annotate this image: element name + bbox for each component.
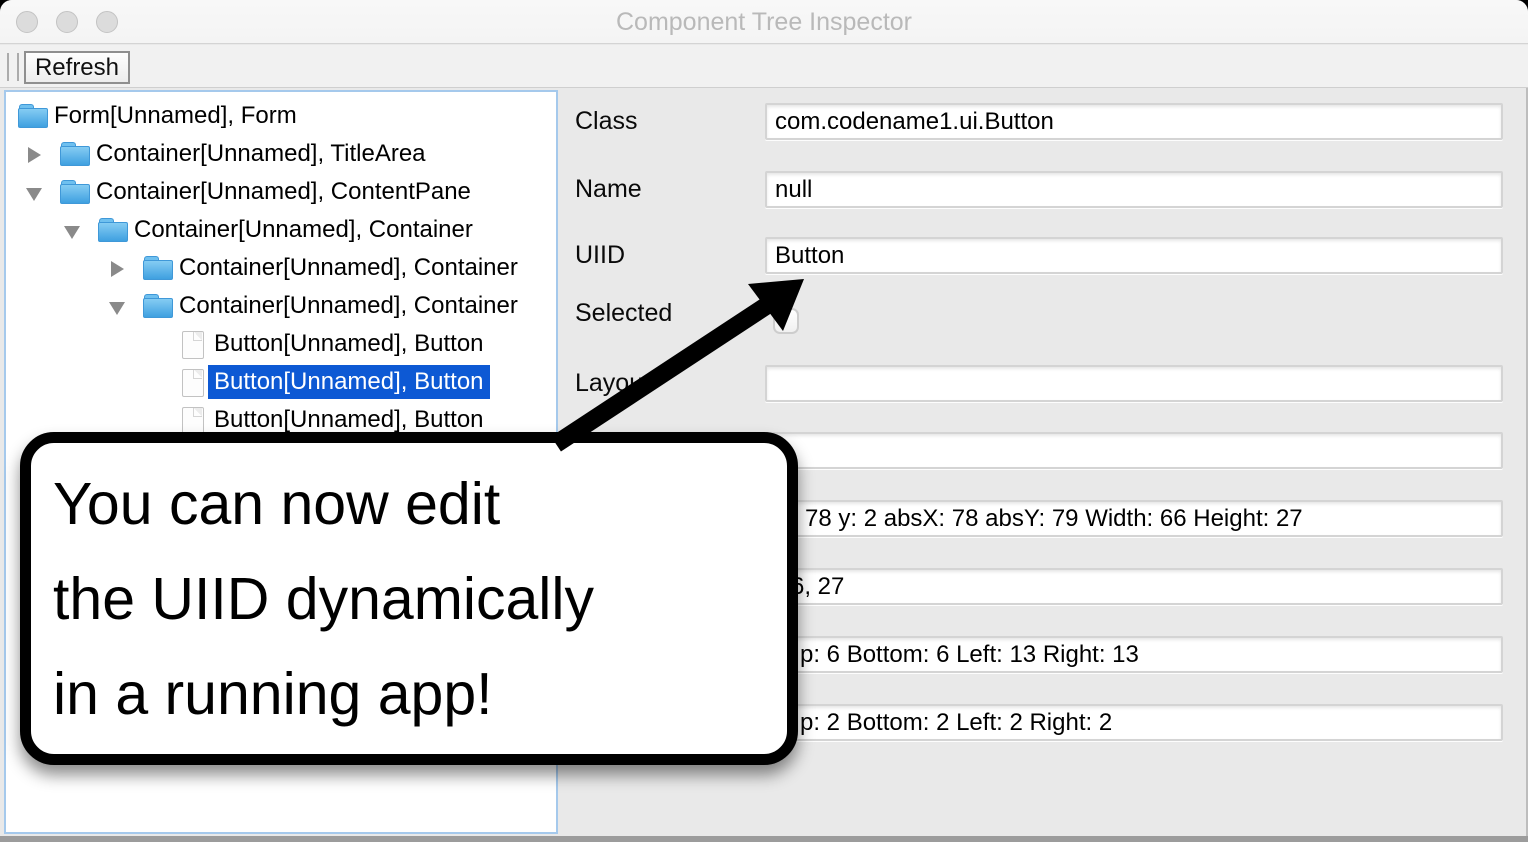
margin-field[interactable]	[765, 704, 1503, 741]
tree-row-label: Container[Unnamed], Container	[128, 213, 479, 247]
tree-row-label: Container[Unnamed], Container	[173, 289, 524, 323]
layout-label: Layout	[575, 365, 650, 402]
tree-row-label: Button[Unnamed], Button	[208, 327, 490, 361]
callout-line: in a running app!	[53, 647, 787, 742]
layout-field[interactable]	[765, 365, 1503, 402]
page-title: Component Tree Inspector	[0, 0, 1528, 44]
callout-bubble: You can now edit the UIID dynamically in…	[20, 432, 798, 765]
component-tree-inspector-window: Component Tree Inspector Refresh Form[Un…	[0, 0, 1528, 842]
size-field[interactable]	[765, 568, 1503, 605]
tree-row-label: Button[Unnamed], Button	[208, 365, 490, 399]
tree-row[interactable]: Container[Unnamed], TitleArea	[6, 135, 556, 173]
padding-field[interactable]	[765, 636, 1503, 673]
class-label: Class	[575, 103, 638, 140]
folder-icon	[143, 293, 171, 319]
folder-icon	[60, 141, 88, 167]
window-bottom-edge	[0, 836, 1528, 842]
bounds-field[interactable]	[765, 500, 1503, 537]
callout-text: You can now edit the UIID dynamically in…	[31, 443, 787, 742]
name-label: Name	[575, 171, 642, 208]
toolbar-drag-handle-icon[interactable]	[7, 53, 19, 81]
tree-row-label: Form[Unnamed], Form	[48, 99, 303, 133]
tree-row[interactable]: Container[Unnamed], ContentPane	[6, 173, 556, 211]
tree-row-label: Container[Unnamed], TitleArea	[90, 137, 432, 171]
tree-row-label: Container[Unnamed], Container	[173, 251, 524, 285]
tree-row[interactable]: Container[Unnamed], Container	[6, 287, 556, 325]
title-bar: Component Tree Inspector	[0, 0, 1528, 44]
uiid-field[interactable]	[765, 237, 1503, 274]
chevron-down-icon[interactable]	[26, 180, 52, 204]
folder-icon	[60, 179, 88, 205]
folder-icon	[18, 103, 46, 129]
uiid-label: UIID	[575, 237, 625, 274]
selected-checkbox[interactable]	[773, 308, 799, 334]
file-icon	[178, 369, 206, 395]
tree-row[interactable]: Container[Unnamed], Container	[6, 249, 556, 287]
folder-icon	[98, 217, 126, 243]
callout-line: You can now edit	[53, 457, 787, 552]
chevron-right-icon[interactable]	[26, 142, 52, 166]
tree-row-label: Container[Unnamed], ContentPane	[90, 175, 477, 209]
chevron-down-icon[interactable]	[64, 218, 90, 242]
tree-row[interactable]: Container[Unnamed], Container	[6, 211, 556, 249]
name-field[interactable]	[765, 171, 1503, 208]
folder-icon	[143, 255, 171, 281]
tree-row[interactable]: Button[Unnamed], Button	[6, 363, 556, 401]
refresh-button[interactable]: Refresh	[24, 51, 130, 84]
class-field[interactable]	[765, 103, 1503, 140]
tree-row[interactable]: Form[Unnamed], Form	[6, 97, 556, 135]
file-icon	[178, 407, 206, 433]
selected-label: Selected	[575, 295, 672, 332]
tree-row[interactable]: Button[Unnamed], Button	[6, 325, 556, 363]
chevron-down-icon[interactable]	[109, 294, 135, 318]
chevron-right-icon[interactable]	[109, 256, 135, 280]
file-icon	[178, 331, 206, 357]
callout-line: the UIID dynamically	[53, 552, 787, 647]
toolbar: Refresh	[0, 45, 1528, 88]
blank-field[interactable]	[765, 432, 1503, 469]
